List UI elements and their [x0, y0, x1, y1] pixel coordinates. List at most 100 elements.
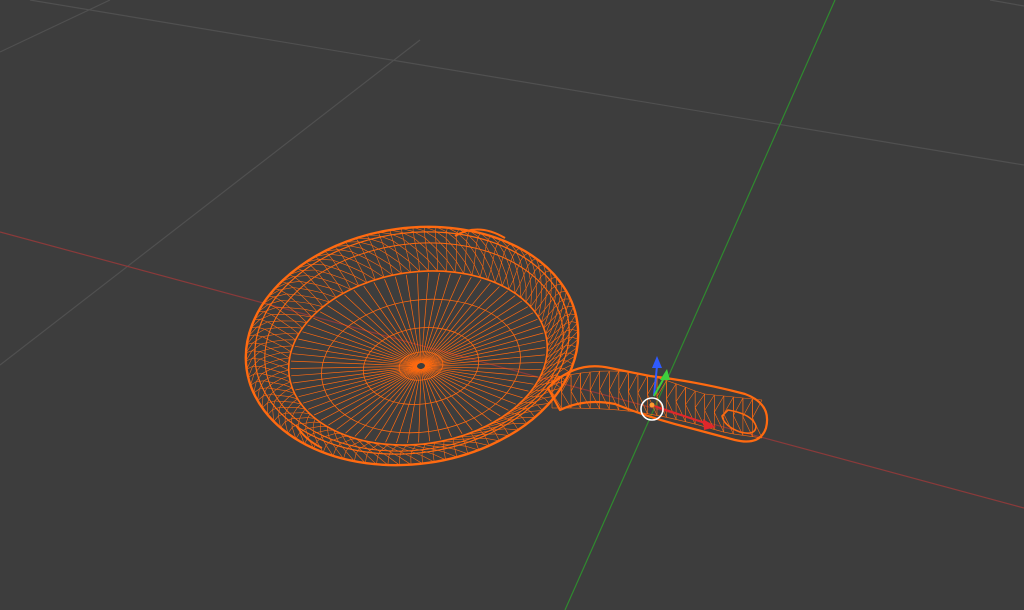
- mesh-edge: [422, 368, 483, 427]
- mesh-edge: [280, 300, 291, 309]
- mesh-edge: [498, 262, 502, 273]
- mesh-edge: [628, 373, 639, 392]
- mesh-edge: [283, 396, 290, 402]
- mesh-edge: [289, 307, 300, 316]
- mesh-edge: [286, 333, 299, 335]
- mesh-edge: [436, 248, 438, 261]
- mesh-edge: [334, 433, 338, 439]
- y-axis-line: [564, 0, 836, 610]
- mesh-edge: [422, 368, 463, 434]
- mesh-edge: [276, 389, 287, 391]
- mesh-edge: [538, 264, 544, 267]
- mesh-edge: [279, 363, 289, 367]
- mesh-edge: [345, 439, 352, 442]
- mesh-edge: [675, 387, 686, 402]
- mesh-edge: [393, 445, 397, 450]
- mesh-edge: [609, 371, 620, 391]
- mesh-edge: [571, 314, 577, 322]
- mesh-edge: [287, 427, 293, 434]
- gizmo-z-arrow-icon[interactable]: [652, 356, 662, 368]
- mesh-edge: [298, 366, 418, 398]
- mesh-edge: [569, 352, 576, 357]
- frying-pan-wireframe[interactable]: [230, 206, 769, 486]
- mesh-edge: [394, 276, 421, 364]
- mesh-edge: [723, 395, 734, 398]
- gizmo-y-arrow-icon[interactable]: [660, 369, 670, 380]
- grid-line: [29, 0, 1024, 166]
- mesh-edge: [694, 393, 705, 408]
- mesh-edge: [482, 256, 485, 267]
- mesh-edge: [285, 387, 293, 391]
- mesh-edge: [283, 401, 294, 403]
- mesh-edge: [704, 394, 715, 411]
- mesh-edge: [509, 266, 514, 280]
- mesh-edge: [525, 293, 532, 303]
- mesh-edge: [723, 413, 734, 435]
- mesh-edge: [523, 252, 529, 256]
- mesh-edge: [272, 341, 283, 347]
- mesh-edge: [423, 367, 509, 411]
- mesh-edge: [494, 272, 500, 283]
- mesh-edge: [432, 454, 435, 463]
- mesh-edge: [263, 307, 276, 312]
- mesh-edge: [343, 451, 347, 459]
- mesh-edge: [344, 294, 419, 364]
- mesh-edge: [733, 396, 743, 399]
- mesh-edge: [417, 273, 422, 364]
- mesh-edge: [336, 436, 344, 440]
- mesh-edge: [362, 272, 376, 280]
- pan-handle-hole: [721, 409, 757, 434]
- mesh-edge: [465, 251, 467, 263]
- mesh-edge: [454, 261, 457, 273]
- mesh-edge: [281, 375, 290, 379]
- mesh-edge: [347, 245, 362, 249]
- mesh-edge: [281, 346, 292, 353]
- mesh-edge: [290, 326, 299, 335]
- mesh-edge: [302, 409, 306, 413]
- viewport-canvas[interactable]: [0, 0, 1024, 610]
- mesh-edge: [266, 382, 274, 389]
- mesh-edge: [435, 237, 437, 250]
- grid-line: [989, 0, 1024, 7]
- mesh-edge: [297, 267, 302, 271]
- mesh-edge: [471, 433, 474, 437]
- mesh-edge: [299, 417, 308, 419]
- mesh-edge: [519, 283, 522, 298]
- mesh-edge: [286, 282, 294, 288]
- mesh-edge: [530, 293, 532, 307]
- mesh-edge: [465, 241, 467, 253]
- mesh-edge: [432, 446, 435, 450]
- pan-handle-mesh: [546, 365, 769, 443]
- mesh-edge: [558, 367, 565, 369]
- mesh-edge: [422, 282, 491, 364]
- mesh-edge: [567, 298, 571, 307]
- mesh-edge: [523, 274, 527, 289]
- mesh-edge: [508, 279, 514, 290]
- mesh-edge: [274, 334, 285, 341]
- mesh-edge: [609, 389, 620, 411]
- mesh-edge: [465, 445, 479, 451]
- mesh-edge: [540, 276, 542, 291]
- mesh-edge: [423, 295, 516, 365]
- mesh-edge: [282, 345, 293, 347]
- mesh-edge: [252, 358, 261, 367]
- mesh-edge: [580, 371, 591, 391]
- mesh-edge: [291, 360, 418, 367]
- mesh-edge: [513, 423, 519, 431]
- mesh-edge: [513, 270, 518, 280]
- mesh-edge: [446, 260, 448, 272]
- mesh-edge: [467, 234, 477, 244]
- mesh-edge: [742, 398, 753, 417]
- mesh-edge: [274, 333, 287, 335]
- mesh-edge: [536, 290, 542, 299]
- mesh-edge: [553, 335, 561, 347]
- object-origin-dot: [649, 402, 655, 408]
- mesh-edge: [465, 446, 469, 454]
- mesh-edge: [286, 333, 296, 341]
- mesh-edge: [408, 261, 411, 273]
- mesh-edge: [463, 262, 466, 274]
- mesh-edge: [446, 249, 448, 261]
- 3d-viewport[interactable]: [0, 0, 1024, 610]
- mesh-edge: [666, 398, 677, 420]
- mesh-edge: [519, 274, 525, 285]
